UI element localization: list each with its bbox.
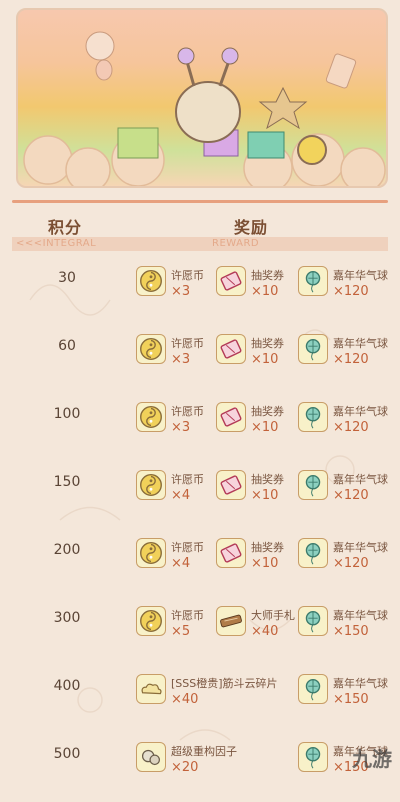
- carnival-balloon-icon: [298, 470, 328, 500]
- score-value: 400: [53, 678, 81, 694]
- wish-coin-icon: [136, 538, 166, 568]
- event-banner: [16, 8, 388, 188]
- watermark-logo: 九游: [352, 747, 392, 771]
- score-value: 200: [53, 542, 81, 558]
- header-divider: [12, 200, 388, 203]
- reward-item-name: 嘉年华气球: [333, 609, 388, 622]
- score-value: 500: [53, 746, 81, 762]
- score-column-header: 积分: [48, 218, 83, 237]
- reward-item-name: 许愿币: [171, 337, 204, 350]
- master-notes-icon: [216, 606, 246, 636]
- reward-item-name: 抽奖券: [251, 337, 284, 350]
- reward-item-quantity: ×150: [333, 624, 369, 639]
- lottery-ticket-icon: [216, 334, 246, 364]
- score-value: 300: [53, 610, 81, 626]
- wish-coin-icon: [136, 402, 166, 432]
- lottery-ticket-icon: [216, 402, 246, 432]
- reward-item-name: 嘉年华气球: [333, 269, 388, 282]
- lottery-ticket-icon: [216, 470, 246, 500]
- reward-row: 200 许愿币 ×4 抽奖券 ×10 嘉年华气球 ×120: [0, 528, 400, 598]
- reward-item-quantity: ×4: [171, 556, 191, 571]
- reward-item-name: 抽奖券: [251, 269, 284, 282]
- carnival-balloon-icon: [298, 538, 328, 568]
- score-value: 30: [58, 270, 76, 286]
- reward-row: 400 [SSS橙贵]筋斗云碎片 ×40 嘉年华气球 ×150: [0, 664, 400, 734]
- reward-item-name: 嘉年华气球: [333, 677, 388, 690]
- reward-row: 500 超级重构因子 ×20 嘉年华气球 ×150: [0, 732, 400, 802]
- reward-item-quantity: ×10: [251, 488, 279, 503]
- reward-item-name: 嘉年华气球: [333, 337, 388, 350]
- score-value: 60: [58, 338, 76, 354]
- reward-item-quantity: ×20: [171, 760, 199, 775]
- carnival-balloon-icon: [298, 674, 328, 704]
- reward-item-name: 许愿币: [171, 269, 204, 282]
- reward-item-quantity: ×10: [251, 420, 279, 435]
- reward-item-quantity: ×3: [171, 284, 191, 299]
- carnival-balloon-icon: [298, 742, 328, 772]
- reward-row: 30 许愿币 ×3 抽奖券 ×10 嘉年华气球 ×120: [0, 256, 400, 326]
- lottery-ticket-icon: [216, 266, 246, 296]
- reward-item-name: 嘉年华气球: [333, 473, 388, 486]
- reward-item-name: 大师手札: [251, 609, 295, 622]
- reward-row: 100 许愿币 ×3 抽奖券 ×10 嘉年华气球 ×120: [0, 392, 400, 462]
- reward-row: 150 许愿币 ×4 抽奖券 ×10 嘉年华气球 ×120: [0, 460, 400, 530]
- wish-coin-icon: [136, 470, 166, 500]
- reward-item-name: 嘉年华气球: [333, 405, 388, 418]
- reward-item-quantity: ×5: [171, 624, 191, 639]
- reward-item-quantity: ×10: [251, 352, 279, 367]
- reward-row: 300 许愿币 ×5 大师手札 ×40 嘉年华气球 ×150: [0, 596, 400, 666]
- reward-item-name: 许愿币: [171, 541, 204, 554]
- score-value: 150: [53, 474, 81, 490]
- reward-item-name: 许愿币: [171, 473, 204, 486]
- reward-item-name: 超级重构因子: [171, 745, 237, 758]
- refactor-factor-icon: [136, 742, 166, 772]
- reward-subtitle: REWARD: [212, 238, 260, 249]
- reward-item-quantity: ×120: [333, 488, 369, 503]
- lottery-ticket-icon: [216, 538, 246, 568]
- header-subtitle-band: <<<INTEGRAL REWARD: [12, 237, 388, 251]
- cloud-fragment-icon: [136, 674, 166, 704]
- reward-item-quantity: ×3: [171, 352, 191, 367]
- score-value: 100: [53, 406, 81, 422]
- reward-column-header: 奖励: [234, 218, 269, 237]
- wish-coin-icon: [136, 334, 166, 364]
- reward-item-name: 抽奖券: [251, 405, 284, 418]
- integral-subtitle: <<<INTEGRAL: [16, 238, 97, 249]
- wish-coin-icon: [136, 266, 166, 296]
- reward-item-quantity: ×120: [333, 420, 369, 435]
- reward-row: 60 许愿币 ×3 抽奖券 ×10 嘉年华气球 ×120: [0, 324, 400, 394]
- reward-item-quantity: ×120: [333, 352, 369, 367]
- reward-item-quantity: ×3: [171, 420, 191, 435]
- reward-item-name: 抽奖券: [251, 473, 284, 486]
- carnival-balloon-icon: [298, 334, 328, 364]
- reward-item-name: 抽奖券: [251, 541, 284, 554]
- reward-item-quantity: ×10: [251, 284, 279, 299]
- reward-item-name: 嘉年华气球: [333, 541, 388, 554]
- reward-item-quantity: ×4: [171, 488, 191, 503]
- reward-item-quantity: ×40: [251, 624, 279, 639]
- reward-item-name: 许愿币: [171, 405, 204, 418]
- reward-item-quantity: ×120: [333, 556, 369, 571]
- reward-item-quantity: ×10: [251, 556, 279, 571]
- reward-item-name: 许愿币: [171, 609, 204, 622]
- carnival-balloon-icon: [298, 606, 328, 636]
- reward-item-quantity: ×150: [333, 692, 369, 707]
- wish-coin-icon: [136, 606, 166, 636]
- reward-item-name: [SSS橙贵]筋斗云碎片: [171, 677, 278, 690]
- reward-item-quantity: ×120: [333, 284, 369, 299]
- carnival-balloon-icon: [298, 266, 328, 296]
- reward-item-quantity: ×40: [171, 692, 199, 707]
- banner-illustration: [23, 31, 386, 186]
- carnival-balloon-icon: [298, 402, 328, 432]
